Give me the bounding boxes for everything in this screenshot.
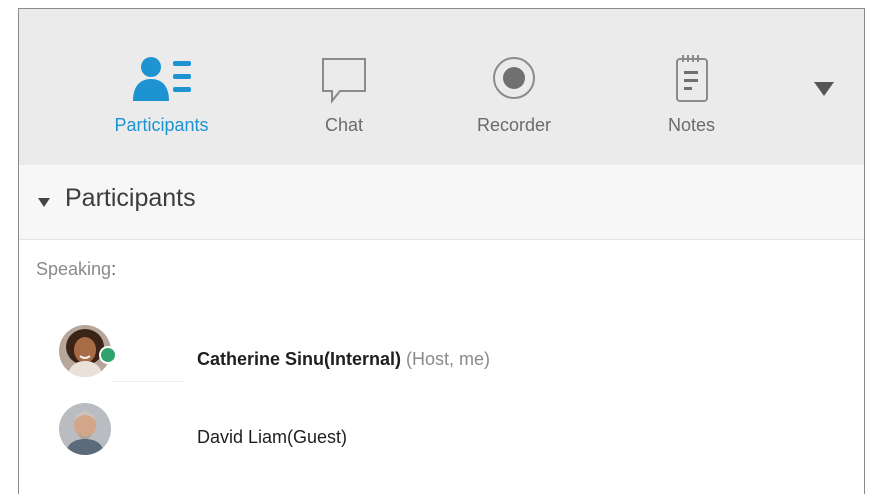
tab-participants[interactable]: Participants [99, 9, 224, 165]
avatar-david [59, 403, 111, 455]
tab-participants-label: Participants [114, 115, 209, 135]
participant-name-text: Catherine Sinu(Internal) [197, 349, 402, 369]
presence-icon [99, 346, 117, 364]
section-title: Participants [65, 184, 196, 212]
participant-role: (Host, me) [406, 349, 491, 369]
participants-section-header[interactable]: Participants [19, 165, 864, 240]
chevron-down-icon[interactable] [813, 81, 835, 97]
row-divider [111, 381, 185, 382]
tab-bar: Participants Chat Recorder Notes [19, 9, 864, 165]
speaking-label: Speaking: [36, 259, 116, 280]
chat-icon [322, 58, 366, 104]
participant-name-text: David Liam(Guest) [197, 427, 348, 447]
speaking-label-text: Speaking [36, 259, 112, 279]
tab-recorder-label: Recorder [476, 115, 552, 135]
participant-name: Catherine Sinu(Internal) (Host, me) [197, 349, 490, 370]
caret-down-icon[interactable] [38, 198, 50, 208]
speaking-label-colon: : [111, 259, 117, 279]
tab-chat-label: Chat [324, 115, 364, 135]
participant-row[interactable]: Catherine Sinu(Internal) (Host, me) [19, 321, 864, 385]
avatar [59, 403, 111, 455]
tab-recorder[interactable]: Recorder [464, 9, 564, 165]
tab-notes[interactable]: Notes [649, 9, 734, 165]
recorder-icon [493, 57, 535, 99]
tab-notes-label: Notes [667, 115, 716, 135]
participants-icon [132, 57, 191, 101]
tab-chat[interactable]: Chat [299, 9, 389, 165]
participant-name: David Liam(Guest) [197, 427, 347, 448]
participants-panel: Participants Chat Recorder Notes Partici… [18, 8, 865, 494]
notes-icon [675, 55, 708, 102]
participant-row[interactable]: David Liam(Guest) [19, 399, 864, 463]
